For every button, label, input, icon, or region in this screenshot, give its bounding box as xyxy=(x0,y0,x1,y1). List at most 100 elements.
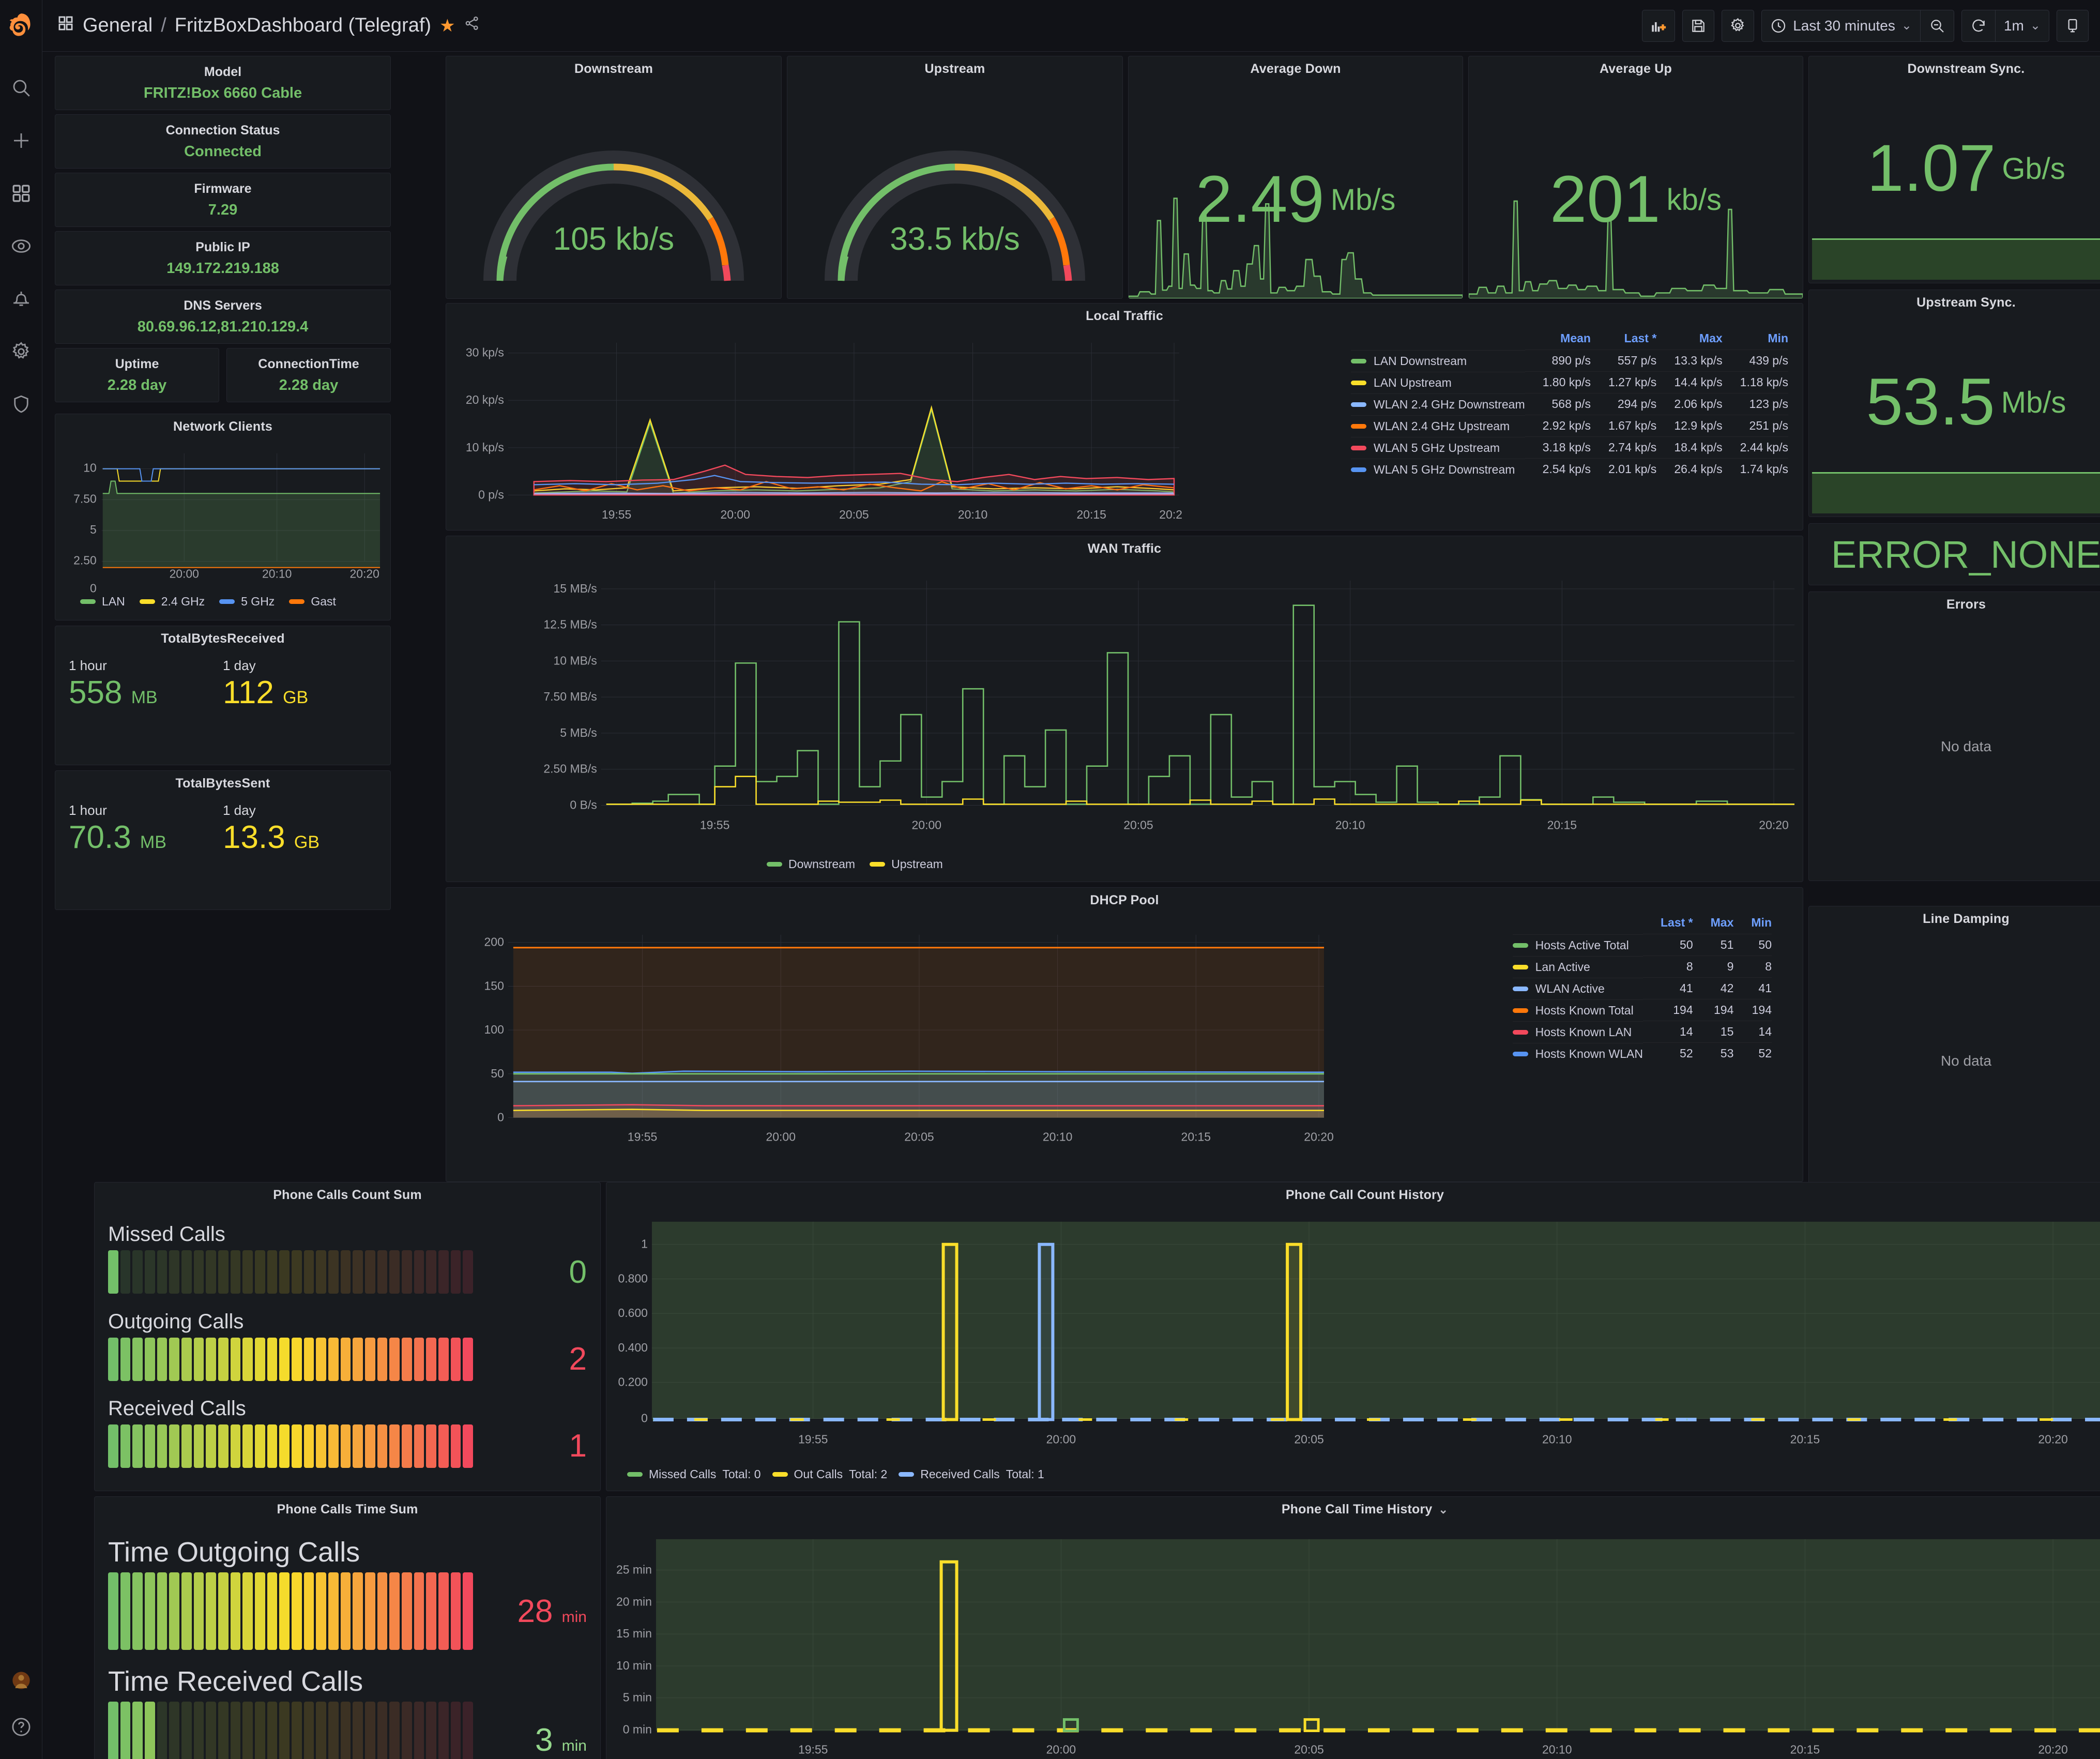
bar-gauge-row-received-calls[interactable]: Received Calls 1 xyxy=(108,1397,587,1468)
stat-label: ConnectionTime xyxy=(258,357,359,372)
tv-mode-button[interactable] xyxy=(2057,10,2089,42)
svg-text:19:55: 19:55 xyxy=(602,508,631,521)
legend-row[interactable]: WLAN Active 414241 xyxy=(1513,978,1772,999)
panel-upstream-sync[interactable]: Upstream Sync. 53.5 Mb/s xyxy=(1808,290,2100,517)
legend-row[interactable]: WLAN 5 GHz Downstream 2.54 kp/s2.01 kp/s… xyxy=(1351,459,1788,480)
legend-row[interactable]: Lan Active 898 xyxy=(1513,956,1772,978)
panel-error-state[interactable]: ERROR_NONE xyxy=(1808,523,2100,585)
legend-row[interactable]: Hosts Known Total 194194194 xyxy=(1513,999,1772,1021)
legend-row[interactable]: LAN Upstream 1.80 kp/s1.27 kp/s 14.4 kp/… xyxy=(1351,372,1788,393)
legend-item[interactable]: Gast xyxy=(289,595,336,609)
panel-phone-call-count-history[interactable]: Phone Call Count History 1 xyxy=(606,1182,2100,1491)
chevron-down-icon[interactable]: ⌄ xyxy=(1439,1503,1449,1517)
add-panel-button[interactable] xyxy=(1642,10,1675,42)
panel-phone-calls-time-sum[interactable]: Phone Calls Time Sum Time Outgoing Calls… xyxy=(94,1496,601,1759)
svg-text:20:05: 20:05 xyxy=(904,1130,934,1143)
stat-panel-firmware[interactable]: Firmware 7.29 xyxy=(55,173,391,227)
panel-line-damping[interactable]: Line Damping No data xyxy=(1808,906,2100,1195)
svg-text:20:20: 20:20 xyxy=(349,567,379,580)
legend-row[interactable]: Hosts Known LAN 141514 xyxy=(1513,1021,1772,1043)
legend-item[interactable]: Received CallsTotal: 1 xyxy=(899,1467,1044,1481)
stat-panel-connection-status[interactable]: Connection Status Connected xyxy=(55,114,391,169)
help-icon[interactable] xyxy=(10,1716,33,1738)
panel-average-down[interactable]: Average Down 2.49 Mb/s xyxy=(1128,56,1463,299)
refresh-interval-picker[interactable]: 1m ⌄ xyxy=(1995,10,2049,41)
legend-item[interactable]: 2.4 GHz xyxy=(140,595,205,609)
bar-gauge-row-time-received-calls[interactable]: Time Received Calls 3 min xyxy=(108,1665,587,1759)
svg-text:7.50 MB/s: 7.50 MB/s xyxy=(543,690,597,703)
svg-text:20:20: 20:20 xyxy=(1159,508,1182,521)
panel-wan-traffic[interactable]: WAN Traffic 15 MB/s 12.5 xyxy=(446,536,1803,882)
panel-phone-call-time-history[interactable]: Phone Call Time History ⌄ xyxy=(606,1496,2100,1759)
bar-gauge-list: Time Outgoing Calls 28 min Time Received… xyxy=(95,1519,600,1759)
breadcrumb-folder[interactable]: General xyxy=(83,14,153,37)
chevron-down-icon: ⌄ xyxy=(1901,18,1912,33)
stat-label: Uptime xyxy=(115,357,159,372)
page-title[interactable]: FritzBoxDashboard (Telegraf) xyxy=(175,14,431,37)
zoom-out-time-button[interactable] xyxy=(1920,10,1954,41)
stat-panel-model[interactable]: Model FRITZ!Box 6660 Cable xyxy=(55,56,391,110)
refresh-button[interactable] xyxy=(1962,10,1995,41)
panel-total-bytes-sent[interactable]: TotalBytesSent 1 hour 70.3 MB 1 day 13.3… xyxy=(55,770,391,910)
panel-phone-calls-count-sum[interactable]: Phone Calls Count Sum Missed Calls 0 Out… xyxy=(94,1182,601,1491)
sidebar-item-server-admin[interactable] xyxy=(10,393,33,416)
sidebar-item-configuration[interactable] xyxy=(10,340,33,363)
stat-panel-connection-time[interactable]: ConnectionTime 2.28 day xyxy=(226,348,391,402)
stat-panel-public-ip[interactable]: Public IP 149.172.219.188 xyxy=(55,231,391,285)
user-avatar-icon[interactable] xyxy=(10,1669,33,1692)
sidebar-item-create[interactable] xyxy=(10,129,33,152)
stat-1hour: 1 hour 70.3 MB xyxy=(69,802,223,910)
star-icon[interactable]: ★ xyxy=(439,16,455,36)
dashboard-settings-button[interactable] xyxy=(1722,10,1754,42)
legend-row[interactable]: Hosts Active Total 505150 xyxy=(1513,934,1772,956)
legend-item[interactable]: Out CallsTotal: 2 xyxy=(772,1467,888,1481)
grafana-app: General / FritzBoxDashboard (Telegraf) ★ xyxy=(0,0,2100,1759)
sidebar-item-explore[interactable] xyxy=(10,235,33,257)
stat-value: 70.3 xyxy=(69,820,131,855)
legend-row[interactable]: WLAN 2.4 GHz Downstream 568 p/s294 p/s 2… xyxy=(1351,393,1788,415)
time-range-picker[interactable]: Last 30 minutes ⌄ xyxy=(1762,10,1920,41)
svg-text:0: 0 xyxy=(497,1110,504,1124)
legend-item[interactable]: Upstream xyxy=(870,857,943,871)
legend-item[interactable]: LAN xyxy=(80,595,125,609)
wan-traffic-legend: Downstream Upstream xyxy=(767,857,943,871)
legend-row[interactable]: WLAN 5 GHz Upstream 3.18 kp/s2.74 kp/s 1… xyxy=(1351,437,1788,459)
svg-text:150: 150 xyxy=(484,979,504,992)
legend-row[interactable]: Hosts Known WLAN 525352 xyxy=(1513,1043,1772,1065)
panel-downstream-sync[interactable]: Downstream Sync. 1.07 Gb/s xyxy=(1808,56,2100,283)
panel-gauge-downstream[interactable]: Downstream 105 kb/s xyxy=(446,56,782,299)
sidebar-item-search[interactable] xyxy=(10,77,33,99)
legend-item[interactable]: Missed CallsTotal: 0 xyxy=(627,1467,761,1481)
sidebar-item-dashboards[interactable] xyxy=(10,182,33,205)
grafana-logo-icon[interactable] xyxy=(0,0,42,52)
save-dashboard-button[interactable] xyxy=(1682,10,1714,42)
sidebar-item-alerting[interactable] xyxy=(10,287,33,310)
bar-cells xyxy=(108,1338,473,1381)
legend-item[interactable]: 5 GHz xyxy=(219,595,275,609)
panel-title-row[interactable]: Phone Call Time History ⌄ xyxy=(606,1497,2100,1519)
svg-text:20:20: 20:20 xyxy=(2038,1742,2067,1756)
legend-item[interactable]: Downstream xyxy=(767,857,855,871)
panel-gauge-upstream[interactable]: Upstream 33.5 kb/s xyxy=(787,56,1123,299)
share-icon[interactable] xyxy=(464,14,480,37)
bar-gauge-row-outgoing-calls[interactable]: Outgoing Calls 2 xyxy=(108,1310,587,1381)
legend-row[interactable]: LAN Downstream 890 p/s557 p/s 13.3 kp/s4… xyxy=(1351,350,1788,372)
panel-local-traffic[interactable]: Local Traffic 30 kp/s 20 kp/s 10 kp/s xyxy=(446,303,1803,530)
local-traffic-chart: 30 kp/s 20 kp/s 10 kp/s 0 p/s 19:55 20:0… xyxy=(446,327,1182,530)
panel-network-clients[interactable]: Network Clients 10 7.50 5 2.50 0 20:0 xyxy=(55,414,391,620)
stat-panel-dns-servers[interactable]: DNS Servers 80.69.96.12,81.210.129.4 xyxy=(55,290,391,344)
network-clients-chart: 10 7.50 5 2.50 0 20:00 20:10 20:20 xyxy=(55,438,390,620)
bar-value: 0 xyxy=(483,1254,587,1291)
bar-gauge-row-missed-calls[interactable]: Missed Calls 0 xyxy=(108,1223,587,1294)
svg-text:20:05: 20:05 xyxy=(1294,1432,1323,1446)
panel-errors[interactable]: Errors No data xyxy=(1808,592,2100,881)
no-data-message: No data xyxy=(1809,929,2100,1193)
panel-dhcp-pool[interactable]: DHCP Pool 200 150 100 xyxy=(446,887,1803,1182)
stat-panel-uptime[interactable]: Uptime 2.28 day xyxy=(55,348,219,402)
wan-traffic-chart: 15 MB/s 12.5 MB/s 10 MB/s 7.50 MB/s 5 MB… xyxy=(446,560,1803,882)
bar-gauge-row-time-outgoing-calls[interactable]: Time Outgoing Calls 28 min xyxy=(108,1536,587,1650)
panel-total-bytes-received[interactable]: TotalBytesReceived 1 hour 558 MB 1 day 1… xyxy=(55,626,391,765)
panel-average-up[interactable]: Average Up 201 kb/s xyxy=(1468,56,1803,299)
svg-text:20:05: 20:05 xyxy=(839,508,869,521)
legend-row[interactable]: WLAN 2.4 GHz Upstream 2.92 kp/s1.67 kp/s… xyxy=(1351,415,1788,437)
